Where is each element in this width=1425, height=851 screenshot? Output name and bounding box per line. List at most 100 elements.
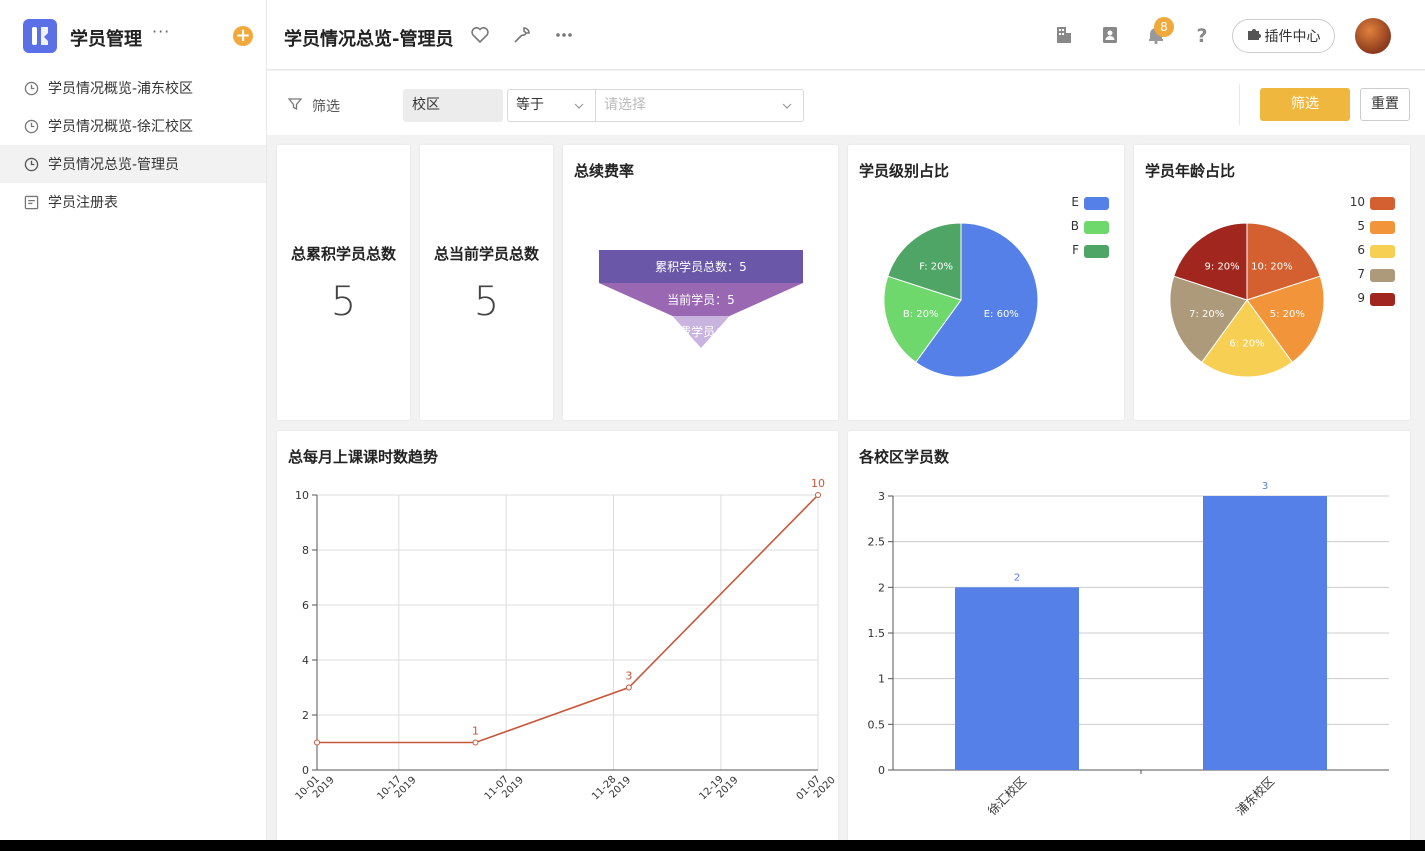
sidebar-item-label: 学员情况概览-浦东校区 <box>48 81 194 97</box>
header: 学员情况总览-管理员 8 ? 插件中心 <box>267 0 1425 70</box>
bar-chart-card: 各校区学员数 0 0.5 1 1.5 2 2.5 3 2 徐汇校区 3 浦东校区 <box>848 431 1410 840</box>
y-tick-label: 6 <box>302 599 309 612</box>
filter-label-text: 筛选 <box>312 99 340 115</box>
series-line <box>317 494 819 744</box>
y-tick-label: 1.5 <box>868 627 886 640</box>
sidebar-item-admin[interactable]: 学员情况总览-管理员 <box>0 145 266 183</box>
y-tick-label: 1 <box>878 673 885 686</box>
filter-operator-value: 等于 <box>516 97 544 113</box>
clock-icon <box>23 118 39 134</box>
y-tick-label: 0 <box>302 764 309 777</box>
add-icon[interactable]: + <box>233 26 253 46</box>
data-point <box>625 684 632 691</box>
wrench-icon[interactable] <box>511 24 533 46</box>
chevron-down-icon <box>574 103 584 109</box>
x-tick-label: 10-172019 <box>375 767 418 810</box>
line-chart: 0 2 4 6 8 10 10-012019 10-172019 11-072019 11-282… <box>294 477 838 810</box>
apply-filter-button[interactable]: 筛选 <box>1260 88 1350 121</box>
legend-swatch <box>1370 221 1395 234</box>
legend-label: 7 <box>1357 267 1365 281</box>
pie-slice-label: F: 20% <box>919 262 953 273</box>
x-tick-label: 01-072020 <box>795 767 838 810</box>
plugin-center-button[interactable]: 插件中心 <box>1232 19 1335 53</box>
more-icon[interactable] <box>553 24 575 46</box>
heart-icon[interactable] <box>469 24 491 46</box>
legend-swatch <box>1084 221 1109 234</box>
filter-bar: 筛选 校区 等于 请选择 筛选 重置 <box>267 71 1425 135</box>
help-icon[interactable]: ? <box>1191 24 1213 46</box>
age-pie-chart: 10: 20% 5: 20% 6: 20% 7: 20% 9: 20% 10 5 6 7 9 <box>1169 195 1395 378</box>
legend-label: B <box>1071 219 1079 233</box>
y-tick-label: 10 <box>295 489 309 502</box>
y-tick-label: 2 <box>878 581 885 594</box>
x-tick-label: 11-282019 <box>590 767 633 810</box>
avatar[interactable] <box>1355 18 1391 54</box>
page-title: 学员情况总览-管理员 <box>284 29 454 50</box>
bar <box>955 587 1079 770</box>
app-logo-icon[interactable] <box>23 19 57 53</box>
pie-slice-label: B: 20% <box>903 309 939 320</box>
bar <box>1203 496 1327 770</box>
legend-swatch <box>1370 269 1395 282</box>
kpi-value: 5 <box>330 279 357 325</box>
kpi-label: 总当前学员总数 <box>433 245 539 263</box>
sidebar-item-pudong[interactable]: 学员情况概览-浦东校区 <box>0 69 266 107</box>
y-tick-label: 0.5 <box>868 718 886 731</box>
pie-slice-label: 7: 20% <box>1189 309 1224 320</box>
level-pie-card: 学员级别占比 E: 60% B: 20% F: 20% E B F <box>848 145 1124 420</box>
funnel-stage-label: 续费学员：2 <box>667 324 735 339</box>
level-pie-chart: E: 60% B: 20% F: 20% EBF <box>883 195 1109 378</box>
data-point <box>314 739 320 746</box>
legend-label: 10 <box>1350 195 1365 209</box>
sidebar-nav: 学员情况概览-浦东校区 学员情况概览-徐汇校区 学员情况总览-管理员 学员注册表 <box>0 69 266 221</box>
kpi-label: 总累积学员总数 <box>290 245 396 263</box>
y-tick-label: 4 <box>302 654 309 667</box>
sidebar-item-label: 学员注册表 <box>48 195 118 211</box>
contacts-icon[interactable] <box>1099 24 1121 46</box>
y-tick-label: 3 <box>878 490 885 503</box>
sidebar-item-register[interactable]: 学员注册表 <box>0 183 266 221</box>
legend-label: 5 <box>1357 219 1365 233</box>
plugin-center-label: 插件中心 <box>1264 29 1321 45</box>
app-window: 学员管理 ··· + 学员情况概览-浦东校区 学员情况概览-徐汇校区 学员情况总 <box>0 0 1425 840</box>
legend-label: F <box>1072 243 1079 257</box>
bar-chart: 0 0.5 1 1.5 2 2.5 3 2 徐汇校区 3 浦东校区 <box>868 481 1389 819</box>
y-tick-label: 8 <box>302 544 309 557</box>
reset-button[interactable]: 重置 <box>1360 88 1410 121</box>
data-label: 3 <box>625 670 632 683</box>
legend-swatch <box>1084 197 1109 210</box>
filter-label: 筛选 <box>287 96 340 116</box>
data-point <box>815 492 821 498</box>
legend-swatch <box>1370 245 1395 258</box>
notification-badge: 8 <box>1154 17 1174 37</box>
data-label: 3 <box>1262 481 1268 492</box>
legend-label: E <box>1071 195 1079 209</box>
building-icon[interactable] <box>1053 24 1075 46</box>
funnel-chart-card: 总续费率 累积学员总数：5 当前学员：5 续费学员：2 <box>563 145 838 420</box>
legend-swatch <box>1370 293 1395 306</box>
divider <box>1239 84 1240 125</box>
filter-field[interactable]: 校区 <box>403 89 503 122</box>
x-tick-label: 11-072019 <box>483 767 526 810</box>
x-tick-label: 浦东校区 <box>1233 774 1278 819</box>
filter-value-select[interactable]: 请选择 <box>596 89 804 122</box>
form-icon <box>23 194 39 210</box>
filter-value-placeholder: 请选择 <box>604 97 646 113</box>
app-more-icon[interactable]: ··· <box>152 22 170 41</box>
sidebar-item-xuhui[interactable]: 学员情况概览-徐汇校区 <box>0 107 266 145</box>
y-tick-label: 2 <box>302 709 309 722</box>
pie-slice-label: 5: 20% <box>1270 309 1305 320</box>
x-tick-label: 徐汇校区 <box>985 774 1030 819</box>
funnel-chart: 累积学员总数：5 当前学员：5 续费学员：2 <box>599 250 803 348</box>
clock-icon <box>23 80 39 96</box>
filter-operator-select[interactable]: 等于 <box>507 89 596 122</box>
funnel-stage-label: 当前学员：5 <box>667 292 735 307</box>
sidebar: 学员管理 ··· + 学员情况概览-浦东校区 学员情况概览-徐汇校区 学员情况总 <box>0 0 267 840</box>
pie-slice-label: 6: 20% <box>1229 338 1264 349</box>
app-title: 学员管理 <box>70 29 142 50</box>
kpi-value: 5 <box>473 279 500 325</box>
funnel-stage-label: 累积学员总数：5 <box>655 259 747 274</box>
x-tick-label: 12-192019 <box>697 767 740 810</box>
pie-slice-label: E: 60% <box>984 309 1019 320</box>
sidebar-item-label: 学员情况总览-管理员 <box>48 157 180 173</box>
